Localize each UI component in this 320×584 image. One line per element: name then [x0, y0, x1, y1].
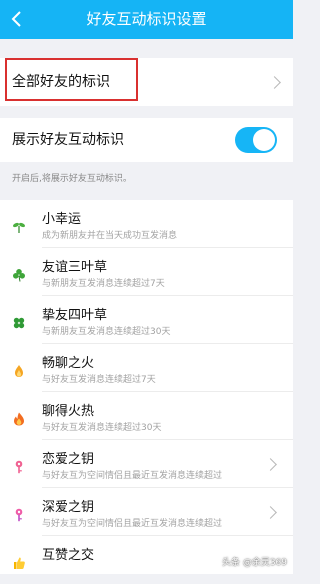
- sprout-icon: [13, 222, 25, 233]
- item-name: 友谊三叶草: [42, 260, 108, 275]
- item-name: 畅聊之火: [42, 356, 95, 371]
- watermark: 头条 @余灵369: [221, 558, 287, 568]
- three-leaf-clover-icon: [13, 269, 25, 282]
- show-badges-label: 展示好友互动标识: [12, 132, 124, 148]
- item-name: 深爱之钥: [42, 500, 95, 515]
- item-desc: 与好友互为空间情侣且最近互发消息连续超过: [42, 519, 223, 529]
- chevron-right-icon: [264, 458, 277, 471]
- four-leaf-clover-icon: [13, 317, 25, 329]
- list-item[interactable]: 深爱之钥 与好友互为空间情侣且最近互发消息连续超过: [0, 488, 293, 536]
- title-bar: 好友互动标识设置: [0, 0, 293, 39]
- list-item[interactable]: 恋爱之钥 与好友互为空间情侣且最近互发消息连续超过: [0, 440, 293, 488]
- item-desc: 与新朋友互发消息连续超过30天: [42, 327, 171, 337]
- item-name: 聊得火热: [42, 404, 95, 419]
- chevron-right-icon: [268, 76, 281, 89]
- list-item: 挚友四叶草 与新朋友互发消息连续超过30天: [0, 296, 293, 344]
- small-flame-icon: [15, 365, 23, 377]
- item-desc: 与好友互发消息连续超过30天: [42, 423, 162, 433]
- item-desc: 与好友互为空间情侣且最近互发消息连续超过: [42, 471, 223, 481]
- pink-key-icon: [15, 460, 23, 474]
- hint-text: 开启后,将展示好友互动标识。: [12, 174, 132, 184]
- highlight-box: [5, 58, 138, 101]
- thumbs-up-icon: [14, 557, 25, 569]
- chevron-right-icon: [264, 506, 277, 519]
- big-flame-icon: [14, 412, 24, 426]
- page-title: 好友互动标识设置: [86, 10, 207, 28]
- item-name: 互赞之交: [42, 548, 95, 563]
- item-name: 小幸运: [42, 212, 82, 227]
- item-desc: 成为新朋友并在当天成功互发消息: [42, 231, 178, 241]
- purple-key-icon: [15, 508, 23, 522]
- item-desc: 与新朋友互发消息连续超过7天: [42, 279, 165, 289]
- list-item: 友谊三叶草 与新朋友互发消息连续超过7天: [0, 248, 293, 296]
- list-item: 畅聊之火 与好友互发消息连续超过7天: [0, 344, 293, 392]
- item-name: 挚友四叶草: [42, 308, 108, 323]
- item-desc: 与好友互发消息连续超过7天: [42, 375, 156, 385]
- item-name: 恋爱之钥: [42, 452, 95, 467]
- list-item: 小幸运 成为新朋友并在当天成功互发消息: [0, 200, 293, 248]
- toggle-knob: [253, 129, 275, 151]
- badge-list: 小幸运 成为新朋友并在当天成功互发消息 友谊三叶草 与新朋友互发消息连续超过7天…: [0, 200, 293, 574]
- show-badges-toggle[interactable]: [235, 127, 277, 153]
- show-badges-row: 展示好友互动标识: [0, 118, 293, 162]
- list-item: 聊得火热 与好友互发消息连续超过30天: [0, 392, 293, 440]
